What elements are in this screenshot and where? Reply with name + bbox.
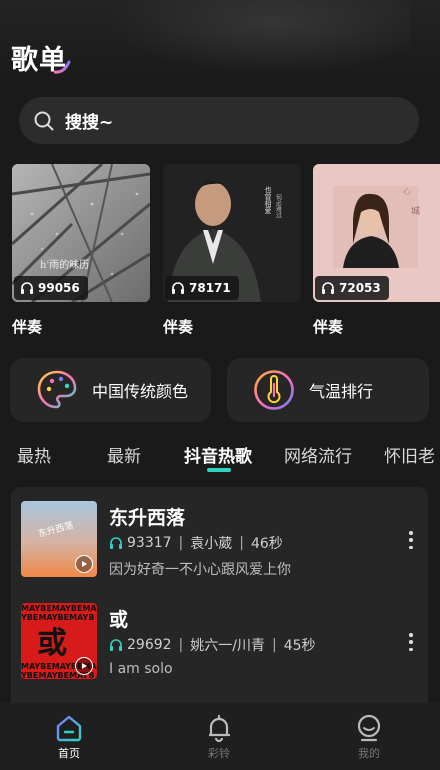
feature-label: 中国传统颜色 <box>92 382 189 401</box>
play-count: 99056 <box>38 281 80 295</box>
palette-icon <box>37 370 77 409</box>
tab-internet-pop[interactable]: 网络流行 <box>284 442 352 467</box>
play-icon <box>75 657 93 675</box>
nav-ringtone[interactable]: 彩铃 <box>189 713 249 761</box>
separator: | <box>271 637 277 653</box>
feature-label: 气温排行 <box>309 382 374 401</box>
play-icon <box>75 555 93 573</box>
tab-hot[interactable]: 最热 <box>17 442 51 467</box>
play-count: 78171 <box>189 281 231 295</box>
headphones-icon <box>110 537 122 549</box>
separator: | <box>178 637 184 653</box>
song-title: 东升西落 <box>109 507 186 529</box>
play-count-badge: 72053 <box>315 276 389 300</box>
playlist-card[interactable]: 心 城 72053 <box>313 164 440 302</box>
list-item[interactable]: MAYBEMAYBEMA YBEMAYBEMAYB MAYBEMAYBEMA Y… <box>21 603 421 683</box>
song-description: I am solo <box>109 661 173 677</box>
separator: | <box>178 535 184 551</box>
svg-text:h'雨的味历: h'雨的味历 <box>40 258 89 271</box>
playlist-card[interactable]: h'雨的味历 99056 <box>12 164 150 302</box>
song-description: 因为好奇一不小心跟风爱上你 <box>109 562 291 578</box>
playlist-card[interactable]: 也曾相爱 何必难过 78171 <box>163 164 301 302</box>
playlist-title[interactable]: 伴奏 <box>12 316 42 337</box>
nav-label: 首页 <box>58 747 80 760</box>
play-count: 72053 <box>339 281 381 295</box>
svg-text:YBEMAYBEMAYB: YBEMAYBEMAYB <box>21 613 94 622</box>
tab-new[interactable]: 最新 <box>107 442 141 467</box>
active-tab-indicator <box>207 468 231 472</box>
nav-home[interactable]: 首页 <box>39 713 99 761</box>
song-play-count: 93317 <box>127 535 172 551</box>
svg-text:也曾相爱: 也曾相爱 <box>264 185 272 215</box>
nav-profile[interactable]: 我的 <box>339 713 399 761</box>
playlist-title[interactable]: 伴奏 <box>313 316 343 337</box>
more-options-icon[interactable] <box>401 527 421 553</box>
song-artist: 袁小葳 <box>190 536 233 552</box>
svg-text:何必难过: 何必难过 <box>275 193 282 219</box>
list-item[interactable]: 东升西落 东升西落 93317 | 袁小葳 | 46秒 因为好奇一不小心跟风爱上… <box>21 501 421 581</box>
song-cover[interactable]: MAYBEMAYBEMA YBEMAYBEMAYB MAYBEMAYBEMA Y… <box>21 603 97 679</box>
song-title: 或 <box>109 609 129 631</box>
tab-nostalgic[interactable]: 怀旧老 <box>384 442 435 467</box>
song-cover[interactable]: 东升西落 <box>21 501 97 577</box>
play-count-badge: 99056 <box>14 276 88 300</box>
svg-text:心: 心 <box>403 187 411 196</box>
nav-label: 我的 <box>358 747 380 760</box>
playlist-title[interactable]: 伴奏 <box>163 316 193 337</box>
play-count-badge: 78171 <box>165 276 239 300</box>
svg-text:MAYBEMAYBEMA: MAYBEMAYBEMA <box>21 604 97 613</box>
profile-icon <box>357 714 381 742</box>
search-placeholder: 搜搜~ <box>65 113 114 133</box>
headphones-icon <box>322 282 334 294</box>
song-play-count: 29692 <box>127 637 172 653</box>
nav-label: 彩铃 <box>208 747 230 760</box>
home-icon <box>56 715 82 742</box>
headphones-icon <box>21 282 33 294</box>
headphones-icon <box>110 639 122 651</box>
more-options-icon[interactable] <box>401 629 421 655</box>
title-swoosh-decoration <box>54 60 71 74</box>
song-artist: 姚六一/川青 <box>190 638 265 654</box>
song-duration: 45秒 <box>283 638 316 654</box>
search-bar[interactable]: 搜搜~ <box>19 97 419 144</box>
traditional-colors-button[interactable]: 中国传统颜色 <box>10 358 211 422</box>
svg-text:或: 或 <box>37 626 67 661</box>
bottom-nav: 首页 彩铃 我的 <box>0 703 440 770</box>
tab-douyin-hits[interactable]: 抖音热歌 <box>184 442 252 467</box>
svg-text:城: 城 <box>411 206 420 217</box>
song-duration: 46秒 <box>250 536 283 552</box>
thermometer-icon <box>254 370 294 410</box>
separator: | <box>239 535 244 551</box>
song-meta: 29692 | 姚六一/川青 | 45秒 <box>109 635 316 655</box>
song-meta: 93317 | 袁小葳 | 46秒 <box>109 533 283 553</box>
headphones-icon <box>172 282 184 294</box>
bell-icon <box>209 714 231 743</box>
temperature-ranking-button[interactable]: 气温排行 <box>227 358 429 422</box>
search-icon <box>34 111 54 130</box>
song-list: 东升西落 东升西落 93317 | 袁小葳 | 46秒 因为好奇一不小心跟风爱上… <box>11 487 428 703</box>
